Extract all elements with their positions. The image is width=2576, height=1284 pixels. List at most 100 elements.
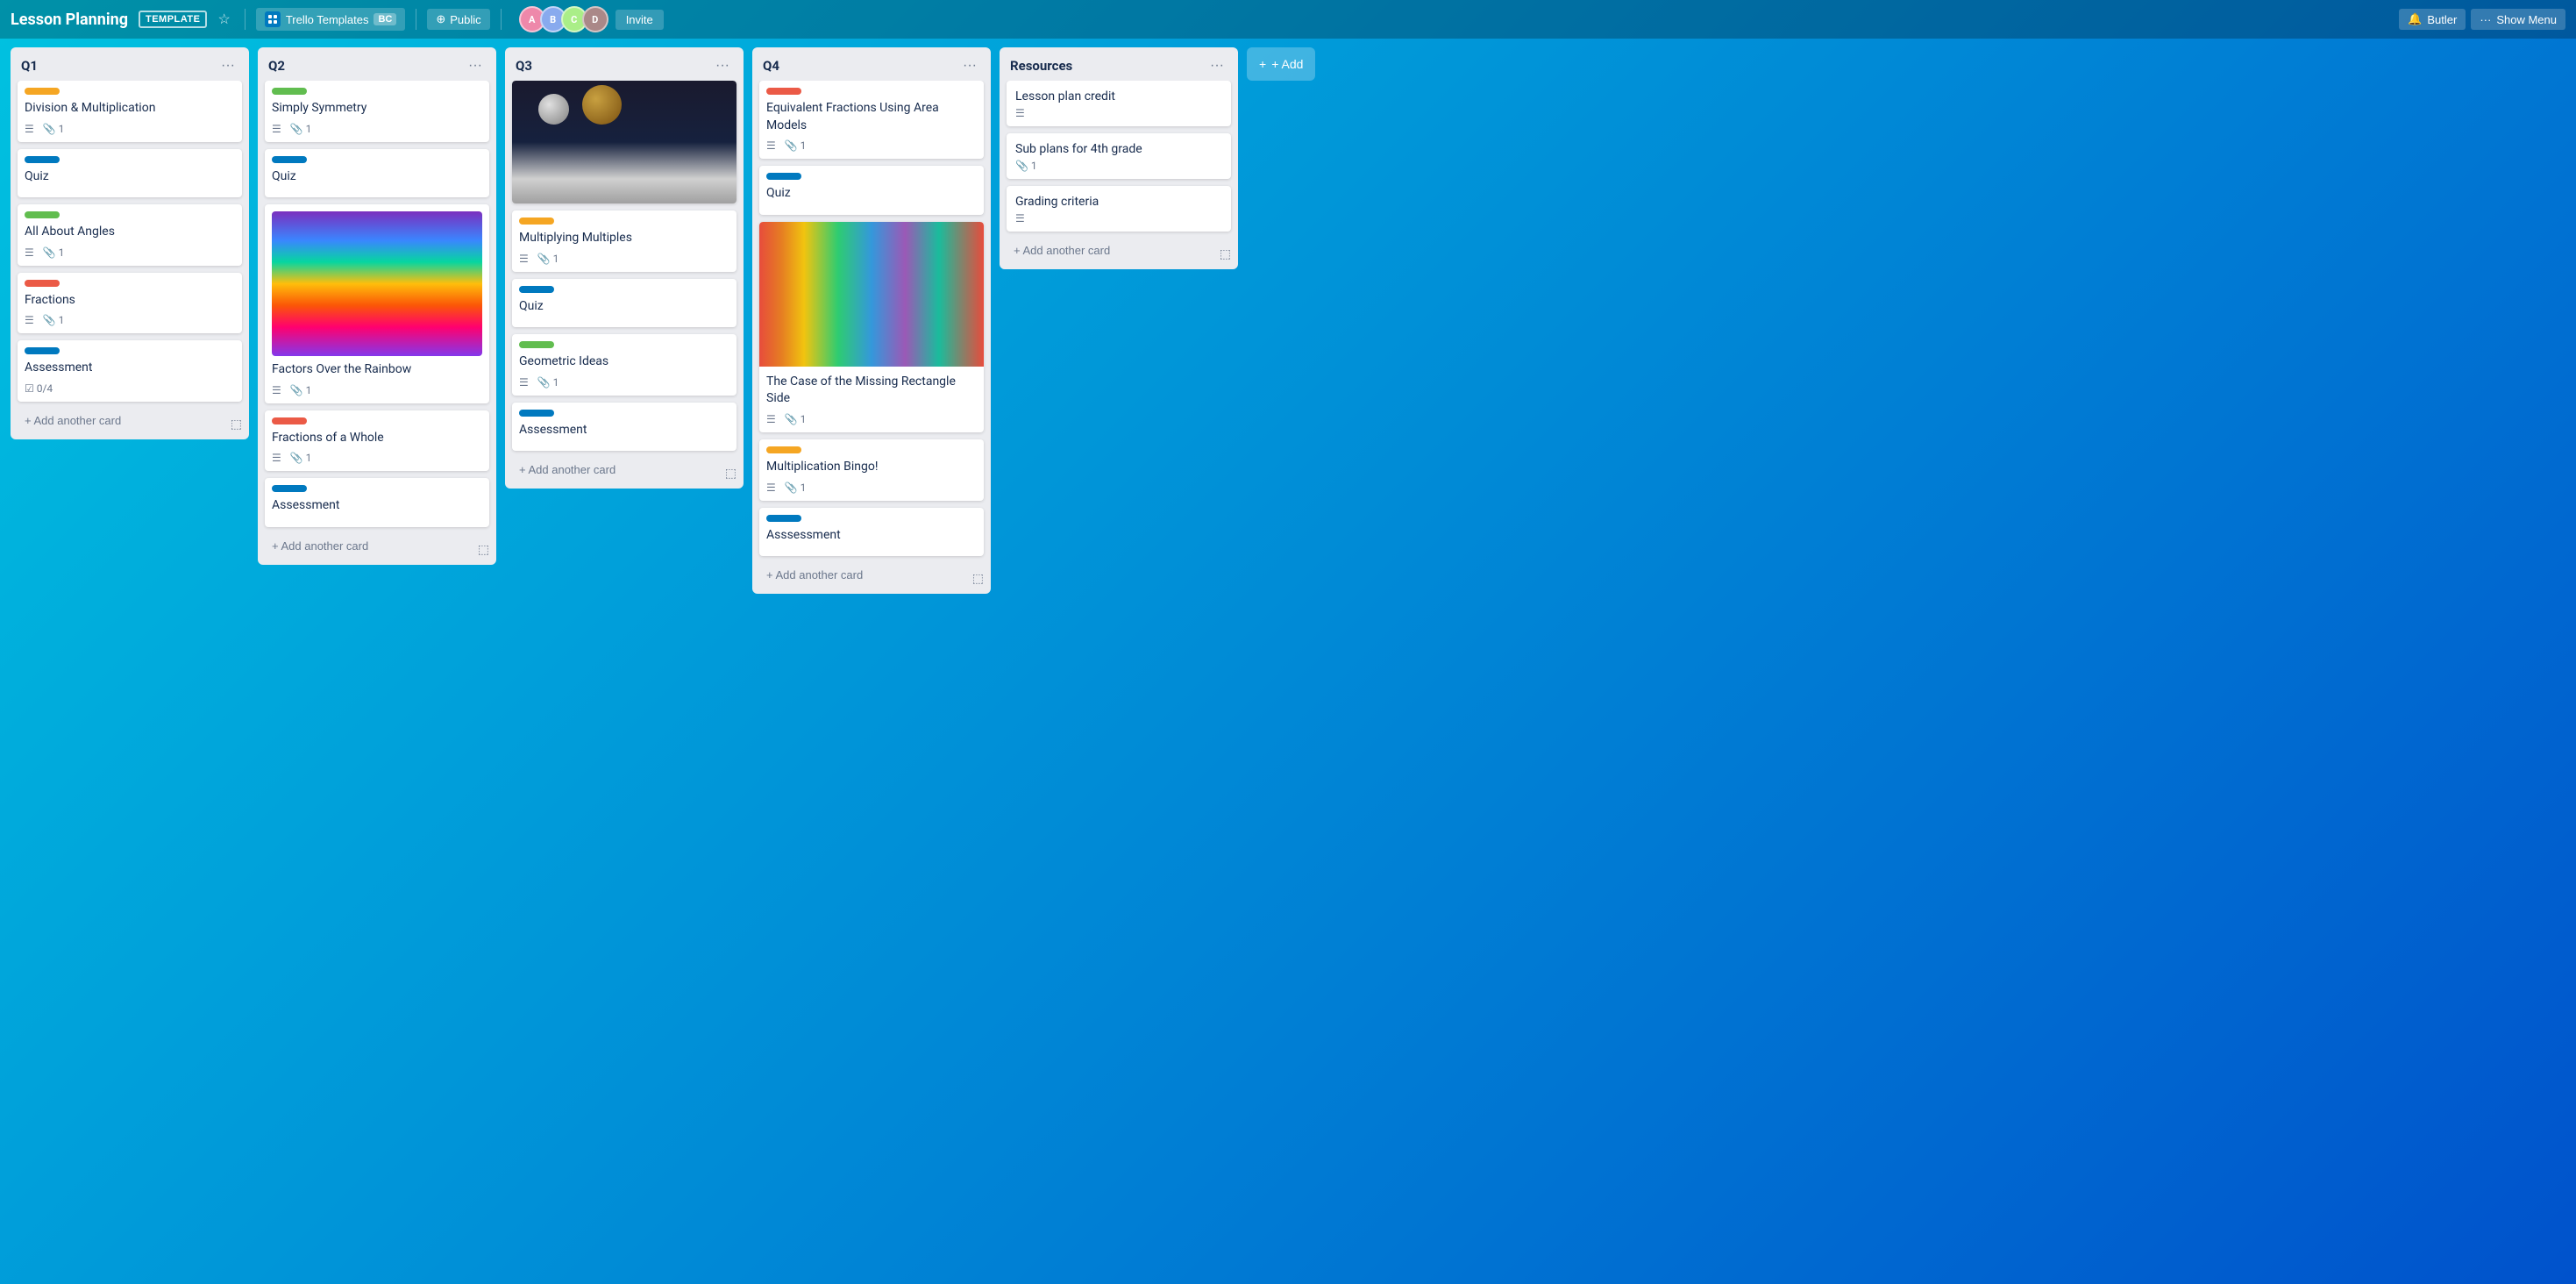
star-button[interactable]: ☆ xyxy=(214,7,233,32)
list-resources-menu-button[interactable]: ··· xyxy=(1206,56,1228,75)
card-template-button-q1[interactable]: ⬚ xyxy=(227,413,246,435)
add-card-row-q2: + Add another card ⬚ xyxy=(258,534,496,565)
card-geometric-ideas[interactable]: Geometric Ideas ☰ 📎 1 xyxy=(512,334,737,396)
add-card-button-q1[interactable]: + Add another card xyxy=(18,409,224,432)
add-card-row-q4: + Add another card ⬚ xyxy=(752,563,991,594)
card-tunnel-image xyxy=(759,222,984,367)
card-spheres[interactable] xyxy=(512,81,737,203)
visibility-button[interactable]: ⊕ Public xyxy=(427,9,489,30)
card-sub-plans[interactable]: Sub plans for 4th grade 📎 1 xyxy=(1007,133,1231,179)
card-multiplying-multiples[interactable]: Multiplying Multiples ☰ 📎 1 xyxy=(512,210,737,272)
card-multiplication-bingo[interactable]: Multiplication Bingo! ☰ 📎 1 xyxy=(759,439,984,501)
card-template-button-q4[interactable]: ⬚ xyxy=(969,567,987,589)
card-fractions-whole[interactable]: Fractions of a Whole ☰ 📎 1 xyxy=(265,410,489,472)
card-template-button-resources[interactable]: ⬚ xyxy=(1216,243,1235,265)
list-resources: Resources ··· Lesson plan credit ☰ Sub p… xyxy=(1000,47,1238,269)
card-title: Assessment xyxy=(272,497,482,515)
checklist-meta: ☑ 0/4 xyxy=(25,382,53,395)
card-missing-rectangle-tunnel[interactable]: The Case of the Missing Rectangle Side ☰… xyxy=(759,222,984,432)
list-q1-title: Q1 xyxy=(21,58,38,74)
card-all-about-angles[interactable]: All About Angles ☰ 📎 1 xyxy=(18,204,242,266)
card-meta: ☰ 📎 1 xyxy=(519,253,729,265)
card-template-button-q2[interactable]: ⬚ xyxy=(474,539,493,560)
card-division-multiplication[interactable]: Division & Multiplication ☰ 📎 1 xyxy=(18,81,242,142)
attachment-meta: 📎 1 xyxy=(43,123,65,135)
card-quiz-q1[interactable]: Quiz xyxy=(18,149,242,198)
card-assessment-q2[interactable]: Assessment xyxy=(265,478,489,527)
add-card-button-q3[interactable]: + Add another card xyxy=(512,458,718,482)
description-icon: ☰ xyxy=(1015,107,1025,119)
card-factors-rainbow[interactable]: Factors Over the Rainbow ☰ 📎 1 xyxy=(265,204,489,403)
description-icon: ☰ xyxy=(766,482,776,494)
card-label-blue xyxy=(766,515,801,522)
description-icon: ☰ xyxy=(25,246,34,259)
list-q4-header: Q4 ··· xyxy=(752,47,991,81)
invite-button[interactable]: Invite xyxy=(616,10,664,30)
add-card-button-q2[interactable]: + Add another card xyxy=(265,534,471,558)
card-label-blue xyxy=(519,286,554,293)
list-q1-menu-button[interactable]: ··· xyxy=(217,56,238,75)
description-icon: ☰ xyxy=(272,384,281,396)
board-title: Lesson Planning xyxy=(11,11,128,29)
card-title: Quiz xyxy=(766,185,977,203)
attachment-meta: 📎 1 xyxy=(537,376,559,389)
card-quiz-q2[interactable]: Quiz xyxy=(265,149,489,198)
butler-button[interactable]: 🔔 Butler xyxy=(2399,9,2466,30)
card-assessment-q4[interactable]: Asssessment xyxy=(759,508,984,557)
list-q2-title: Q2 xyxy=(268,58,285,74)
card-quiz-q4[interactable]: Quiz xyxy=(759,166,984,215)
card-meta: ☑ 0/4 xyxy=(25,382,235,395)
add-card-button-resources[interactable]: + Add another card xyxy=(1007,239,1213,262)
list-resources-header: Resources ··· xyxy=(1000,47,1238,81)
menu-dots-icon: ··· xyxy=(2480,13,2491,26)
list-q2-menu-button[interactable]: ··· xyxy=(465,56,486,75)
add-card-row-resources: + Add another card ⬚ xyxy=(1000,239,1238,269)
avatar[interactable]: D xyxy=(582,6,608,32)
card-title: Assessment xyxy=(519,422,729,439)
card-meta: ☰ 📎 1 xyxy=(272,123,482,135)
card-title: Multiplication Bingo! xyxy=(766,459,977,476)
template-badge[interactable]: TEMPLATE xyxy=(139,11,207,28)
card-lesson-plan-credit[interactable]: Lesson plan credit ☰ xyxy=(1007,81,1231,126)
attachment-meta: 📎 1 xyxy=(537,253,559,265)
card-label-green xyxy=(272,88,307,95)
add-card-button-q4[interactable]: + Add another card xyxy=(759,563,965,587)
list-q2-cards: Simply Symmetry ☰ 📎 1 Quiz Factors Over … xyxy=(258,81,496,534)
card-fractions-q1[interactable]: Fractions ☰ 📎 1 xyxy=(18,273,242,334)
card-quiz-q3[interactable]: Quiz xyxy=(512,279,737,328)
add-list-label: + Add xyxy=(1271,57,1303,71)
card-title: Division & Multiplication xyxy=(25,100,235,118)
workspace-button[interactable]: Trello Templates BC xyxy=(256,8,406,31)
card-label-blue xyxy=(25,347,60,354)
description-icon: ☰ xyxy=(272,123,281,135)
card-simply-symmetry[interactable]: Simply Symmetry ☰ 📎 1 xyxy=(265,81,489,142)
card-title: The Case of the Missing Rectangle Side xyxy=(766,374,977,408)
card-label-blue xyxy=(519,410,554,417)
card-label-blue xyxy=(272,156,307,163)
card-meta: ☰ 📎 1 xyxy=(25,123,235,135)
card-meta: ☰ 📎 1 xyxy=(25,314,235,326)
add-list-button[interactable]: + + Add xyxy=(1247,47,1315,81)
header-divider xyxy=(245,9,246,30)
card-meta: ☰ xyxy=(1015,107,1222,119)
card-label-blue xyxy=(272,485,307,492)
card-grading-criteria[interactable]: Grading criteria ☰ xyxy=(1007,186,1231,232)
card-assessment-q1[interactable]: Assessment ☑ 0/4 xyxy=(18,340,242,402)
card-title: Multiplying Multiples xyxy=(519,230,729,247)
show-menu-button[interactable]: ··· Show Menu xyxy=(2471,9,2565,30)
card-template-button-q3[interactable]: ⬚ xyxy=(722,462,740,484)
list-resources-title: Resources xyxy=(1010,58,1072,74)
card-meta: ☰ 📎 1 xyxy=(766,413,977,425)
list-q4-menu-button[interactable]: ··· xyxy=(959,56,980,75)
card-assessment-q3[interactable]: Assessment xyxy=(512,403,737,452)
card-title: Quiz xyxy=(272,168,482,186)
card-label-yellow xyxy=(519,218,554,225)
card-title: Equivalent Fractions Using Area Models xyxy=(766,100,977,134)
list-q3-menu-button[interactable]: ··· xyxy=(712,56,733,75)
header-divider3 xyxy=(501,9,502,30)
attachment-meta: 📎 1 xyxy=(290,123,312,135)
card-equivalent-fractions[interactable]: Equivalent Fractions Using Area Models ☰… xyxy=(759,81,984,159)
card-meta: ☰ 📎 1 xyxy=(519,376,729,389)
workspace-name: Trello Templates xyxy=(286,13,369,26)
card-meta: 📎 1 xyxy=(1015,160,1222,172)
